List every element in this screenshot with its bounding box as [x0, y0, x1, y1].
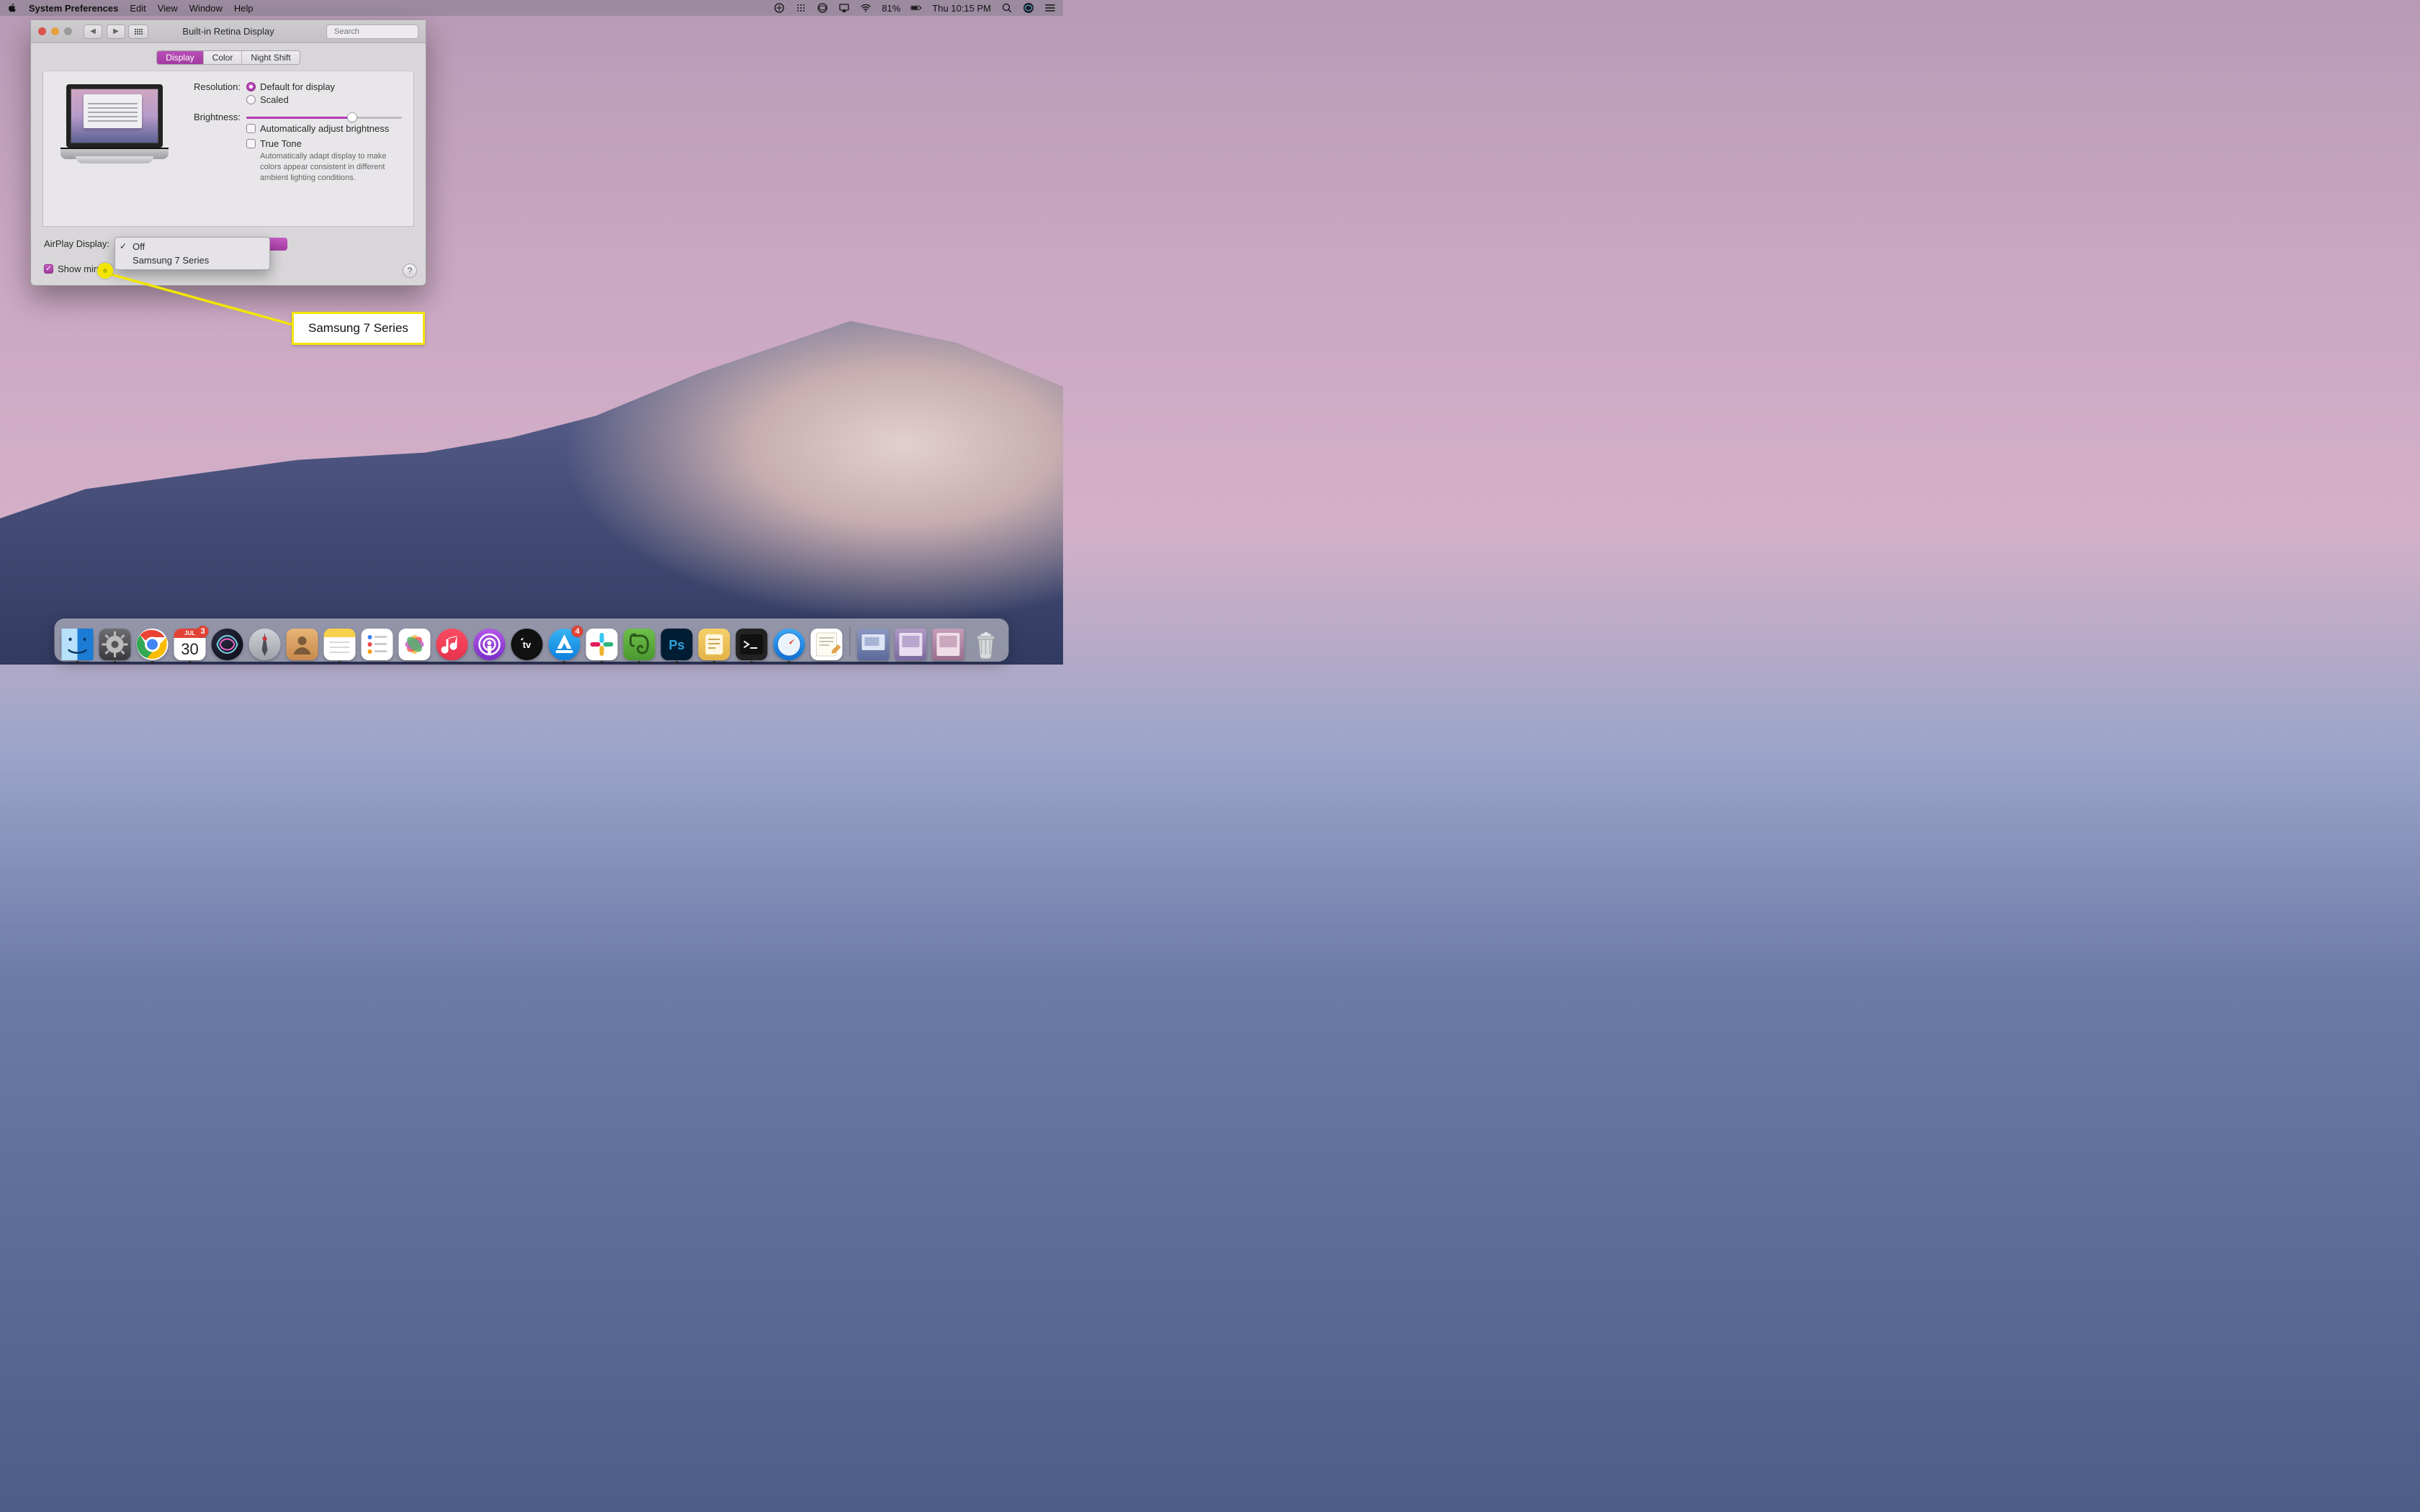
spotlight-icon[interactable] — [1001, 2, 1013, 14]
search-field[interactable] — [326, 24, 418, 39]
airplay-dropdown: ✓ Off Samsung 7 Series — [115, 237, 270, 270]
tab-row: Display Color Night Shift — [31, 43, 426, 71]
airplay-option-off[interactable]: ✓ Off — [115, 240, 269, 253]
resolution-scaled-text: Scaled — [260, 94, 289, 105]
dock-system-preferences[interactable] — [99, 629, 131, 660]
resolution-label: Resolution: — [187, 81, 246, 107]
menu-view[interactable]: View — [158, 3, 178, 14]
dock-slack[interactable] — [586, 629, 618, 660]
true-tone-checkbox[interactable]: True Tone — [246, 138, 402, 149]
dock-contacts[interactable] — [287, 629, 318, 660]
app-store-badge: 4 — [572, 626, 583, 637]
resolution-scaled-radio[interactable]: Scaled — [246, 94, 402, 105]
dock-trash[interactable] — [970, 629, 1002, 660]
battery-icon[interactable] — [910, 2, 922, 14]
dock-photoshop[interactable]: Ps — [661, 629, 693, 660]
dock-recent-1[interactable] — [858, 629, 889, 660]
back-button[interactable]: ◀ — [84, 24, 102, 39]
close-button[interactable] — [38, 27, 46, 35]
minimize-button[interactable] — [51, 27, 59, 35]
dock-separator — [850, 626, 851, 655]
menubar-extra-2-icon[interactable] — [795, 2, 807, 14]
titlebar[interactable]: ◀ ▶ Built-in Retina Display — [31, 20, 426, 43]
apple-menu-icon[interactable] — [7, 3, 17, 13]
dock: JUL303 tv 4 Ps — [55, 618, 1009, 662]
dock-photos[interactable] — [399, 629, 431, 660]
menu-edit[interactable]: Edit — [130, 3, 145, 14]
airplay-option-off-label: Off — [133, 241, 145, 252]
dock-reminders[interactable] — [362, 629, 393, 660]
dock-notes[interactable] — [324, 629, 356, 660]
true-tone-hint: Automatically adapt display to make colo… — [260, 151, 402, 184]
airplay-label: AirPlay Display: — [44, 238, 109, 249]
airplay-icon[interactable] — [838, 2, 850, 14]
dock-textedit[interactable] — [811, 629, 843, 660]
menubar-extra-3-icon[interactable] — [817, 2, 828, 14]
auto-brightness-text: Automatically adjust brightness — [260, 123, 389, 134]
dock-music[interactable] — [436, 629, 468, 660]
battery-percent: 81% — [882, 3, 900, 14]
calendar-day: 30 — [174, 638, 206, 660]
brightness-label: Brightness: — [187, 112, 246, 184]
menu-help[interactable]: Help — [234, 3, 254, 14]
dock-safari[interactable] — [774, 629, 805, 660]
dock-recent-2[interactable] — [895, 629, 927, 660]
annotation-label: Samsung 7 Series — [292, 312, 425, 345]
dock-siri[interactable] — [212, 629, 243, 660]
menubar-extra-1-icon[interactable] — [774, 2, 785, 14]
true-tone-text: True Tone — [260, 138, 302, 149]
help-button[interactable]: ? — [403, 264, 417, 278]
footer: AirPlay Display: ✓ Off Samsung 7 Series ✓… — [31, 234, 426, 285]
dock-finder[interactable] — [62, 629, 94, 660]
app-menu[interactable]: System Preferences — [29, 3, 118, 14]
tab-color[interactable]: Color — [204, 51, 243, 64]
tab-night-shift[interactable]: Night Shift — [242, 51, 299, 64]
brightness-slider[interactable] — [246, 112, 402, 123]
resolution-default-radio[interactable]: Default for display — [246, 81, 402, 92]
calendar-badge: 3 — [197, 626, 209, 637]
dock-drafts[interactable] — [699, 629, 730, 660]
wifi-icon[interactable] — [860, 2, 871, 14]
show-all-button[interactable] — [128, 24, 148, 39]
dock-terminal[interactable] — [736, 629, 768, 660]
dock-recent-3[interactable] — [933, 629, 964, 660]
check-icon: ✓ — [120, 241, 127, 251]
menu-window[interactable]: Window — [189, 3, 223, 14]
prefs-window: ◀ ▶ Built-in Retina Display Display Colo… — [30, 19, 426, 286]
auto-brightness-checkbox[interactable]: Automatically adjust brightness — [246, 123, 402, 134]
airplay-option-samsung-label: Samsung 7 Series — [133, 255, 209, 266]
annotation-dot — [97, 263, 113, 279]
menu-bar: System Preferences Edit View Window Help… — [0, 0, 1063, 16]
zoom-button[interactable] — [64, 27, 72, 35]
content-area: Resolution: Default for display Scaled B… — [42, 71, 414, 227]
clock[interactable]: Thu 10:15 PM — [932, 3, 991, 14]
forward-button[interactable]: ▶ — [107, 24, 125, 39]
svg-text:Ps: Ps — [668, 638, 684, 652]
dock-podcasts[interactable] — [474, 629, 506, 660]
dock-appletv[interactable]: tv — [511, 629, 543, 660]
desktop-wallpaper — [0, 299, 1063, 665]
tab-display[interactable]: Display — [157, 51, 203, 64]
airplay-option-samsung[interactable]: Samsung 7 Series — [115, 253, 269, 267]
dock-app-store[interactable]: 4 — [549, 629, 581, 660]
display-preview — [55, 81, 174, 215]
notification-center-icon[interactable] — [1044, 2, 1056, 14]
dock-calendar[interactable]: JUL303 — [174, 629, 206, 660]
dock-chrome[interactable] — [137, 629, 169, 660]
siri-icon[interactable] — [1023, 2, 1034, 14]
resolution-default-text: Default for display — [260, 81, 335, 92]
search-input[interactable] — [334, 27, 436, 36]
svg-text:tv: tv — [523, 639, 532, 650]
dock-launchpad[interactable] — [249, 629, 281, 660]
dock-evernote[interactable] — [624, 629, 655, 660]
